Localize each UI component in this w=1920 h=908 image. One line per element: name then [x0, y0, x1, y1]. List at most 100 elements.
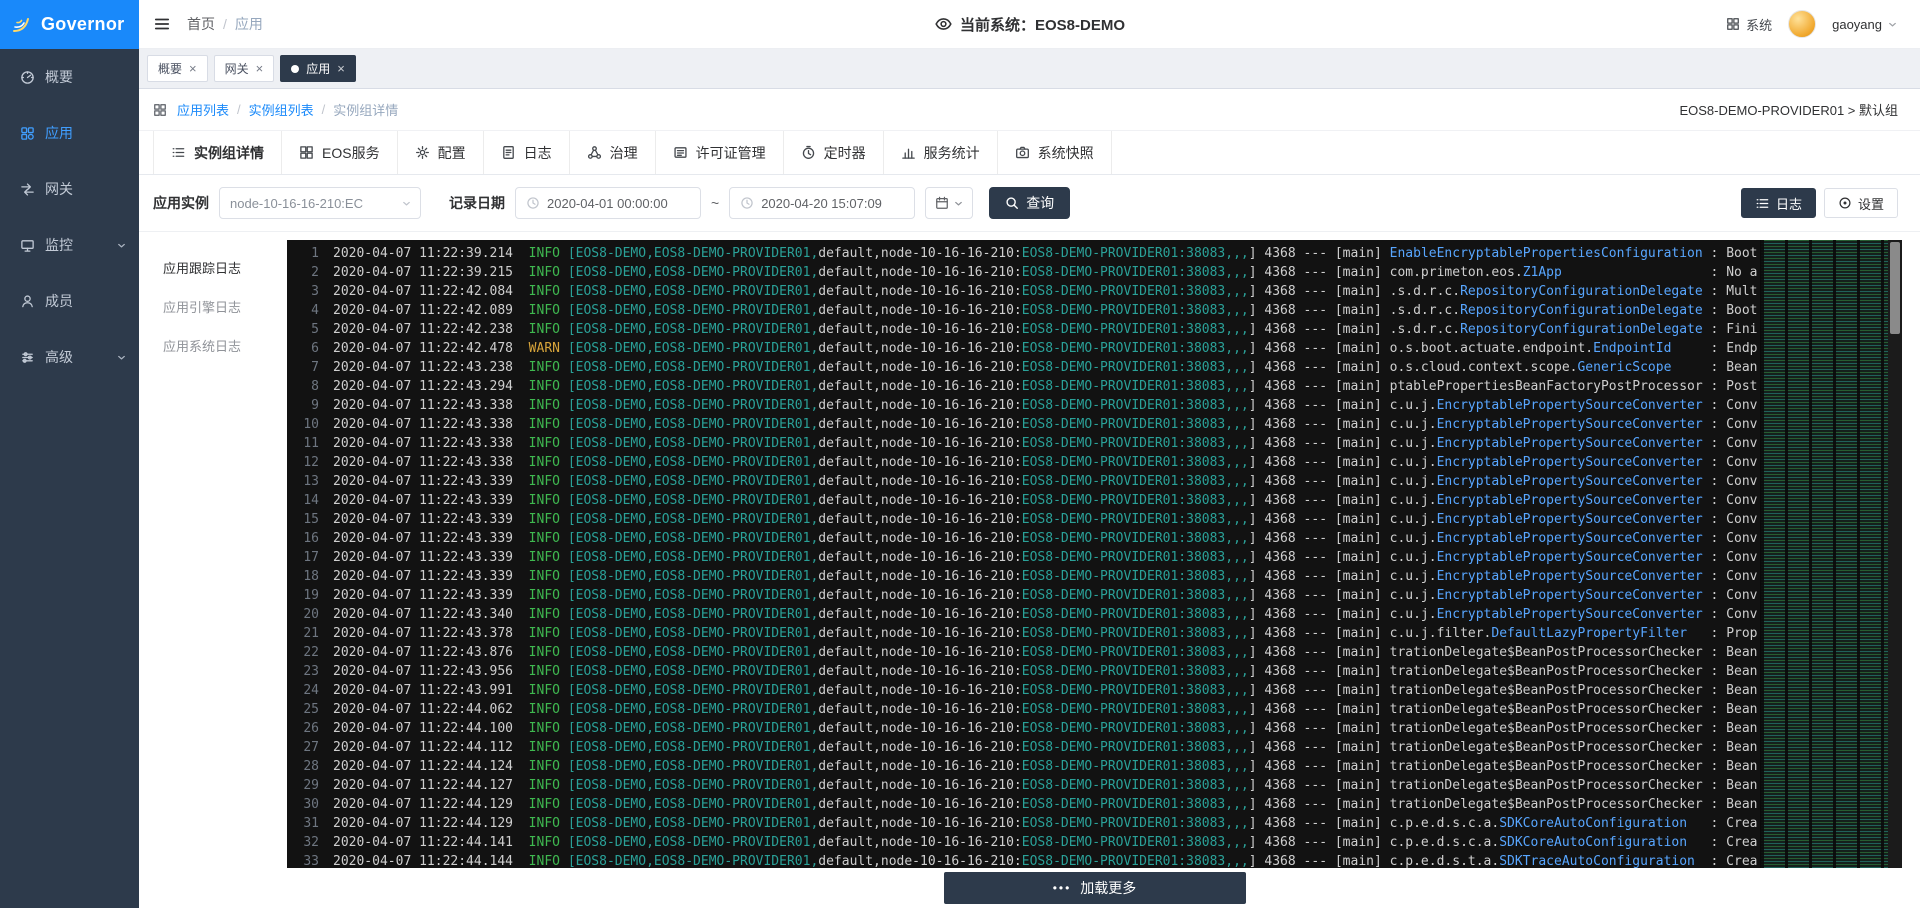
clock-icon [740, 196, 754, 210]
tab-logs[interactable]: 日志 [484, 131, 570, 174]
breadcrumb-item[interactable]: 应用列表 [177, 100, 229, 119]
scrollbar-thumb[interactable] [1890, 242, 1900, 334]
system-menu[interactable]: 系统 [1726, 15, 1772, 34]
range-separator: ~ [711, 195, 719, 211]
log-nav-trace[interactable]: 应用跟踪日志 [139, 248, 287, 287]
load-more-button[interactable]: ••• 加载更多 [944, 872, 1246, 904]
log-line: 22020-04-07 11:22:39.215 INFO [EOS8-DEMO… [287, 263, 1902, 282]
window-tab-label: 概要 [158, 60, 182, 77]
line-number: 4 [287, 301, 319, 320]
tab-service-stats[interactable]: 服务统计 [884, 131, 998, 174]
line-number: 8 [287, 377, 319, 396]
tab-label: 治理 [610, 143, 638, 163]
user-name: gaoyang [1832, 17, 1882, 32]
clock-icon [526, 196, 540, 210]
line-number: 3 [287, 282, 319, 301]
sidebar-item-advanced[interactable]: 高级 [0, 329, 139, 385]
app-instance-select[interactable]: node-10-16-16-210:EC [219, 187, 421, 219]
tab-label: 实例组详情 [194, 143, 264, 163]
tab-snapshot[interactable]: 系统快照 [998, 131, 1112, 174]
log-line: 102020-04-07 11:22:43.338 INFO [EOS8-DEM… [287, 415, 1902, 434]
sidebar-item-member[interactable]: 成员 [0, 273, 139, 329]
line-number: 29 [287, 776, 319, 795]
log-lines: 12020-04-07 11:22:39.214 INFO [EOS8-DEMO… [287, 240, 1902, 868]
window-tab-gateway[interactable]: 网关 × [214, 55, 275, 82]
tab-label: 许可证管理 [696, 143, 766, 163]
top-breadcrumb-item[interactable]: 首页 [187, 14, 215, 34]
log-line: 232020-04-07 11:22:43.956 INFO [EOS8-DEM… [287, 662, 1902, 681]
line-number: 15 [287, 510, 319, 529]
log-line: 272020-04-07 11:22:44.112 INFO [EOS8-DEM… [287, 738, 1902, 757]
monitor-icon [20, 238, 35, 253]
tab-label: 日志 [524, 143, 552, 163]
log-scrollbar[interactable] [1888, 240, 1902, 868]
breadcrumb-item[interactable]: 实例组列表 [249, 100, 314, 119]
user-menu[interactable]: gaoyang [1832, 17, 1898, 32]
calendar-button[interactable] [925, 187, 973, 219]
sidebar-item-label: 监控 [45, 235, 73, 255]
tab-governance[interactable]: 治理 [570, 131, 656, 174]
log-nav-engine[interactable]: 应用引擎日志 [139, 287, 287, 326]
view-buttons: 日志 设置 [1741, 188, 1898, 218]
date-from-input[interactable]: 2020-04-01 00:00:00 [515, 187, 701, 219]
tab-license[interactable]: 许可证管理 [656, 131, 784, 174]
tab-config[interactable]: 配置 [398, 131, 484, 174]
sidebar-item-label: 高级 [45, 347, 73, 367]
sidebar-menu: 概要 应用 网关 监控 成员 高级 [0, 49, 139, 385]
window-tab-application[interactable]: 应用 × [280, 55, 356, 82]
line-number: 14 [287, 491, 319, 510]
line-number: 24 [287, 681, 319, 700]
tab-instance-group-detail[interactable]: 实例组详情 [153, 131, 282, 174]
advanced-icon [20, 350, 35, 365]
stats-icon [901, 145, 916, 160]
tab-eos-service[interactable]: EOS服务 [282, 131, 398, 174]
services-icon [299, 145, 314, 160]
log-minimap[interactable] [1760, 240, 1888, 868]
top-breadcrumb-item[interactable]: 应用 [235, 14, 263, 34]
log-nav-system[interactable]: 应用系统日志 [139, 326, 287, 365]
line-number: 6 [287, 339, 319, 358]
query-button[interactable]: 查询 [989, 187, 1070, 219]
log-line: 212020-04-07 11:22:43.378 INFO [EOS8-DEM… [287, 624, 1902, 643]
topbar-right: 系统 gaoyang [1726, 10, 1898, 38]
hamburger-icon[interactable] [153, 15, 171, 33]
line-number: 9 [287, 396, 319, 415]
app-icon [20, 126, 35, 141]
tab-label: 服务统计 [924, 143, 980, 163]
line-number: 11 [287, 434, 319, 453]
close-icon[interactable]: × [189, 62, 197, 75]
tab-timer[interactable]: 定时器 [784, 131, 884, 174]
window-tab-overview[interactable]: 概要 × [147, 55, 208, 82]
grid-icon [153, 103, 167, 117]
line-number: 23 [287, 662, 319, 681]
log-line: 242020-04-07 11:22:43.991 INFO [EOS8-DEM… [287, 681, 1902, 700]
log-line: 132020-04-07 11:22:43.339 INFO [EOS8-DEM… [287, 472, 1902, 491]
logo-text: Governor [41, 14, 124, 35]
date-to-input[interactable]: 2020-04-20 15:07:09 [729, 187, 915, 219]
line-number: 1 [287, 244, 319, 263]
app-logo[interactable]: Governor [0, 0, 139, 49]
sidebar-item-overview[interactable]: 概要 [0, 49, 139, 105]
line-number: 33 [287, 852, 319, 868]
sidebar-item-monitor[interactable]: 监控 [0, 217, 139, 273]
list-icon [1755, 196, 1770, 211]
settings-button[interactable]: 设置 [1824, 188, 1898, 218]
close-icon[interactable]: × [256, 62, 264, 75]
log-line: 32020-04-07 11:22:42.084 INFO [EOS8-DEMO… [287, 282, 1902, 301]
breadcrumb-separator: / [223, 16, 227, 32]
line-number: 18 [287, 567, 319, 586]
sidebar-item-gateway[interactable]: 网关 [0, 161, 139, 217]
log-line: 192020-04-07 11:22:43.339 INFO [EOS8-DEM… [287, 586, 1902, 605]
line-number: 20 [287, 605, 319, 624]
log-view-button[interactable]: 日志 [1741, 188, 1816, 218]
avatar[interactable] [1788, 10, 1816, 38]
tab-label: EOS服务 [322, 143, 380, 163]
content-area: 应用跟踪日志应用引擎日志应用系统日志 12020-04-07 11:22:39.… [139, 231, 1920, 908]
line-number: 30 [287, 795, 319, 814]
line-number: 10 [287, 415, 319, 434]
active-dot-icon [291, 65, 299, 73]
sidebar-item-application[interactable]: 应用 [0, 105, 139, 161]
date-label: 记录日期 [449, 193, 505, 213]
close-icon[interactable]: × [337, 62, 345, 75]
breadcrumb-item: 实例组详情 [333, 100, 398, 119]
